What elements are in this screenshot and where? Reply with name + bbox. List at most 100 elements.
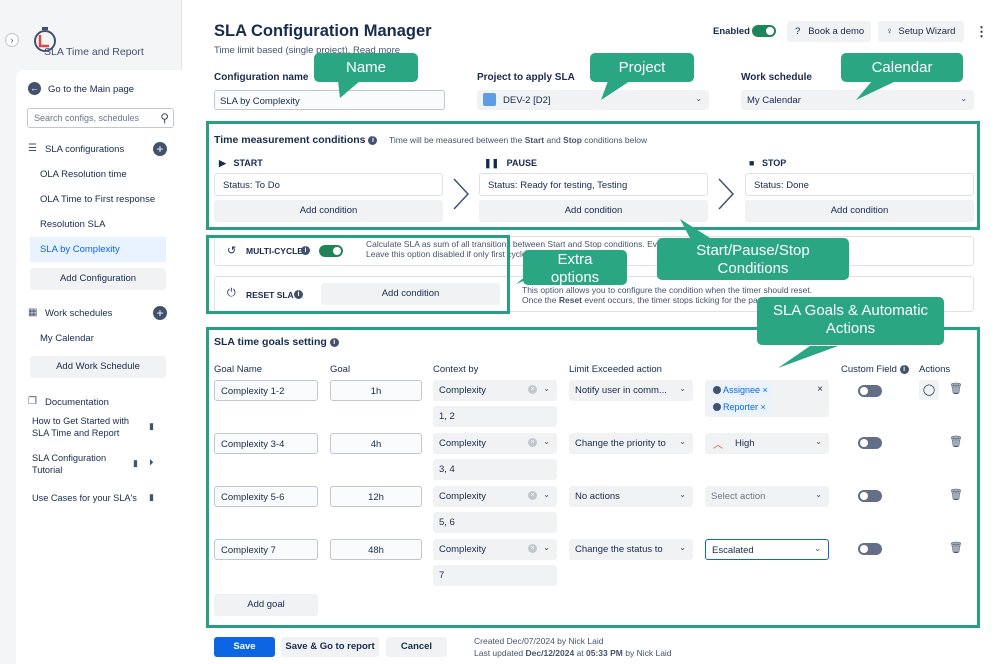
custom-field-toggle[interactable] [858, 437, 882, 449]
clear-icon: × [528, 544, 537, 553]
app-name: SLA Time and Report [44, 46, 144, 58]
context-values-input[interactable]: 5, 6 [433, 512, 557, 533]
goal-name-input[interactable]: Complexity 1-2 [214, 380, 318, 401]
action-select[interactable]: Change the priority to ⌄ [569, 433, 693, 454]
goal-name-input[interactable]: Complexity 5-6 [214, 486, 318, 507]
goal-header: Goal [330, 364, 351, 375]
context-select[interactable]: Complexity × ⌄ [433, 486, 557, 507]
add-goal-button[interactable]: Add goal [214, 594, 318, 616]
doc-link-tutorial[interactable]: SLA Configuration Tutorial [32, 452, 124, 476]
play-icon: ▶ [219, 158, 226, 168]
context-select[interactable]: Complexity × ⌄ [433, 380, 557, 401]
custom-field-toggle[interactable] [858, 490, 882, 502]
add-config-plus-icon[interactable]: + [153, 142, 167, 156]
clear-icon: × [528, 491, 537, 500]
context-values-input[interactable]: 7 [433, 565, 557, 586]
save-button[interactable]: Save [214, 637, 275, 657]
work-schedule-label: Work schedule [741, 72, 812, 83]
start-add-condition-button[interactable]: Add condition [214, 200, 443, 222]
action-select[interactable]: Notify user in comm... ⌄ [569, 380, 693, 401]
save-go-report-button[interactable]: Save & Go to report [281, 637, 379, 657]
config-name-input[interactable]: SLA by Complexity [214, 90, 445, 110]
sidebar-item-sla-by-complexity[interactable]: SLA by Complexity [30, 237, 166, 262]
setup-wizard-button[interactable]: ♀ Setup Wizard [878, 21, 964, 42]
add-schedule-plus-icon[interactable]: + [153, 306, 167, 320]
doc-link-use-cases[interactable]: Use Cases for your SLA's [32, 492, 137, 504]
chevron-down-icon: ⌄ [815, 437, 822, 446]
goal-name-input[interactable]: Complexity 3-4 [214, 433, 318, 454]
custom-field-toggle[interactable] [858, 385, 882, 397]
context-select[interactable]: Complexity × ⌄ [433, 433, 557, 454]
start-condition[interactable]: Status: To Do [214, 173, 443, 196]
sidebar-item-ola-resolution[interactable]: OLA Resolution time [30, 162, 166, 187]
clear-icon: × [528, 438, 537, 447]
cancel-button[interactable]: Cancel [386, 637, 447, 657]
delete-icon[interactable]: 🗑 [949, 435, 963, 451]
sidebar: › SLA Time and Report ← Go to the Main p… [0, 0, 182, 664]
assignee-tag[interactable]: Assignee × [711, 384, 771, 397]
history-icon: ↺ [227, 245, 237, 257]
reporter-tag[interactable]: Reporter × [711, 401, 769, 414]
callout-project: Project [590, 53, 694, 82]
sidebar-item-resolution-sla[interactable]: Resolution SLA [30, 212, 166, 237]
context-select[interactable]: Complexity × ⌄ [433, 539, 557, 560]
sidebar-item-ola-first-response[interactable]: OLA Time to First response [30, 187, 166, 212]
multi-cycle-toggle[interactable] [319, 245, 343, 257]
search-input[interactable]: Search configs, schedules ⚲ [27, 108, 174, 128]
work-schedule-select[interactable]: My Calendar ⌄ [741, 90, 974, 110]
context-values-input[interactable]: 3, 4 [433, 459, 557, 480]
back-arrow-icon[interactable]: ← [28, 82, 41, 95]
goal-time-input[interactable]: 48h [330, 539, 422, 560]
collapse-sidebar-icon[interactable]: › [5, 33, 19, 47]
goal-name-input[interactable]: Complexity 7 [214, 539, 318, 560]
pause-add-condition-button[interactable]: Add condition [479, 200, 708, 222]
documentation-icon: ❐ [28, 396, 37, 407]
delete-icon[interactable]: 🗑 [949, 488, 963, 504]
callout-extra-options: Extra options [523, 250, 627, 286]
chevron-down-icon: ⌄ [543, 437, 550, 446]
info-icon: i [301, 246, 310, 255]
action-select[interactable]: No actions ⌄ [569, 486, 693, 507]
power-icon: ⏻ [227, 287, 236, 299]
book-demo-button[interactable]: ? Book a demo [787, 21, 871, 42]
custom-field-toggle[interactable] [858, 543, 882, 555]
delete-icon[interactable]: 🗑 [949, 541, 963, 557]
pause-icon: ❚❚ [484, 158, 500, 168]
project-select[interactable]: DEV-2 [D2] ⌄ [477, 90, 709, 110]
stop-add-condition-button[interactable]: Add condition [745, 200, 974, 222]
info-icon: i [294, 290, 303, 299]
start-heading: ▶ START [219, 158, 263, 168]
page-title: SLA Configuration Manager [214, 22, 432, 40]
delete-icon[interactable]: 🗑 [949, 382, 963, 398]
custom-field-header: Custom Field i [841, 364, 909, 375]
high-priority-icon: ︿ [713, 440, 723, 451]
context-values-input[interactable]: 1, 2 [433, 406, 557, 427]
tmc-title: Time measurement conditions i [214, 134, 378, 146]
enabled-toggle[interactable] [752, 25, 776, 37]
add-work-schedule-button[interactable]: Add Work Schedule [30, 356, 166, 378]
info-icon: i [899, 364, 909, 374]
goal-time-input[interactable]: 4h [330, 433, 422, 454]
more-options-icon[interactable]: ⋮ [975, 24, 988, 40]
go-main-page-link[interactable]: Go to the Main page [48, 84, 134, 95]
goal-name-header: Goal Name [214, 364, 263, 375]
created-info: Created Dec/07/2024 by Nick Laid [474, 636, 604, 646]
stop-condition[interactable]: Status: Done [745, 173, 974, 196]
priority-select[interactable]: ︿ High ⌄ [705, 433, 829, 454]
chevron-down-icon: ⌄ [679, 490, 686, 499]
add-configuration-button[interactable]: Add Configuration [30, 268, 166, 290]
reset-add-condition-button[interactable]: Add condition [321, 283, 500, 305]
calendar-icon: ▦ [28, 307, 38, 318]
pause-condition[interactable]: Status: Ready for testing, Testing [479, 173, 708, 196]
doc-link-getting-started[interactable]: How to Get Started with SLA Time and Rep… [32, 415, 142, 439]
goal-time-input[interactable]: 12h [330, 486, 422, 507]
chevron-right-icon [718, 178, 735, 210]
sidebar-item-my-calendar[interactable]: My Calendar [30, 326, 166, 351]
callout-conditions: Start/Pause/Stop Conditions [657, 238, 849, 280]
select-action-dropdown[interactable]: Select action ⌄ [705, 486, 829, 507]
comment-icon[interactable]: ◯ [919, 380, 939, 400]
action-select[interactable]: Change the status to ⌄ [569, 539, 693, 560]
info-icon: i [329, 337, 339, 347]
goal-time-input[interactable]: 1h [330, 380, 422, 401]
status-select[interactable]: Escalated ⌄ [705, 539, 829, 560]
